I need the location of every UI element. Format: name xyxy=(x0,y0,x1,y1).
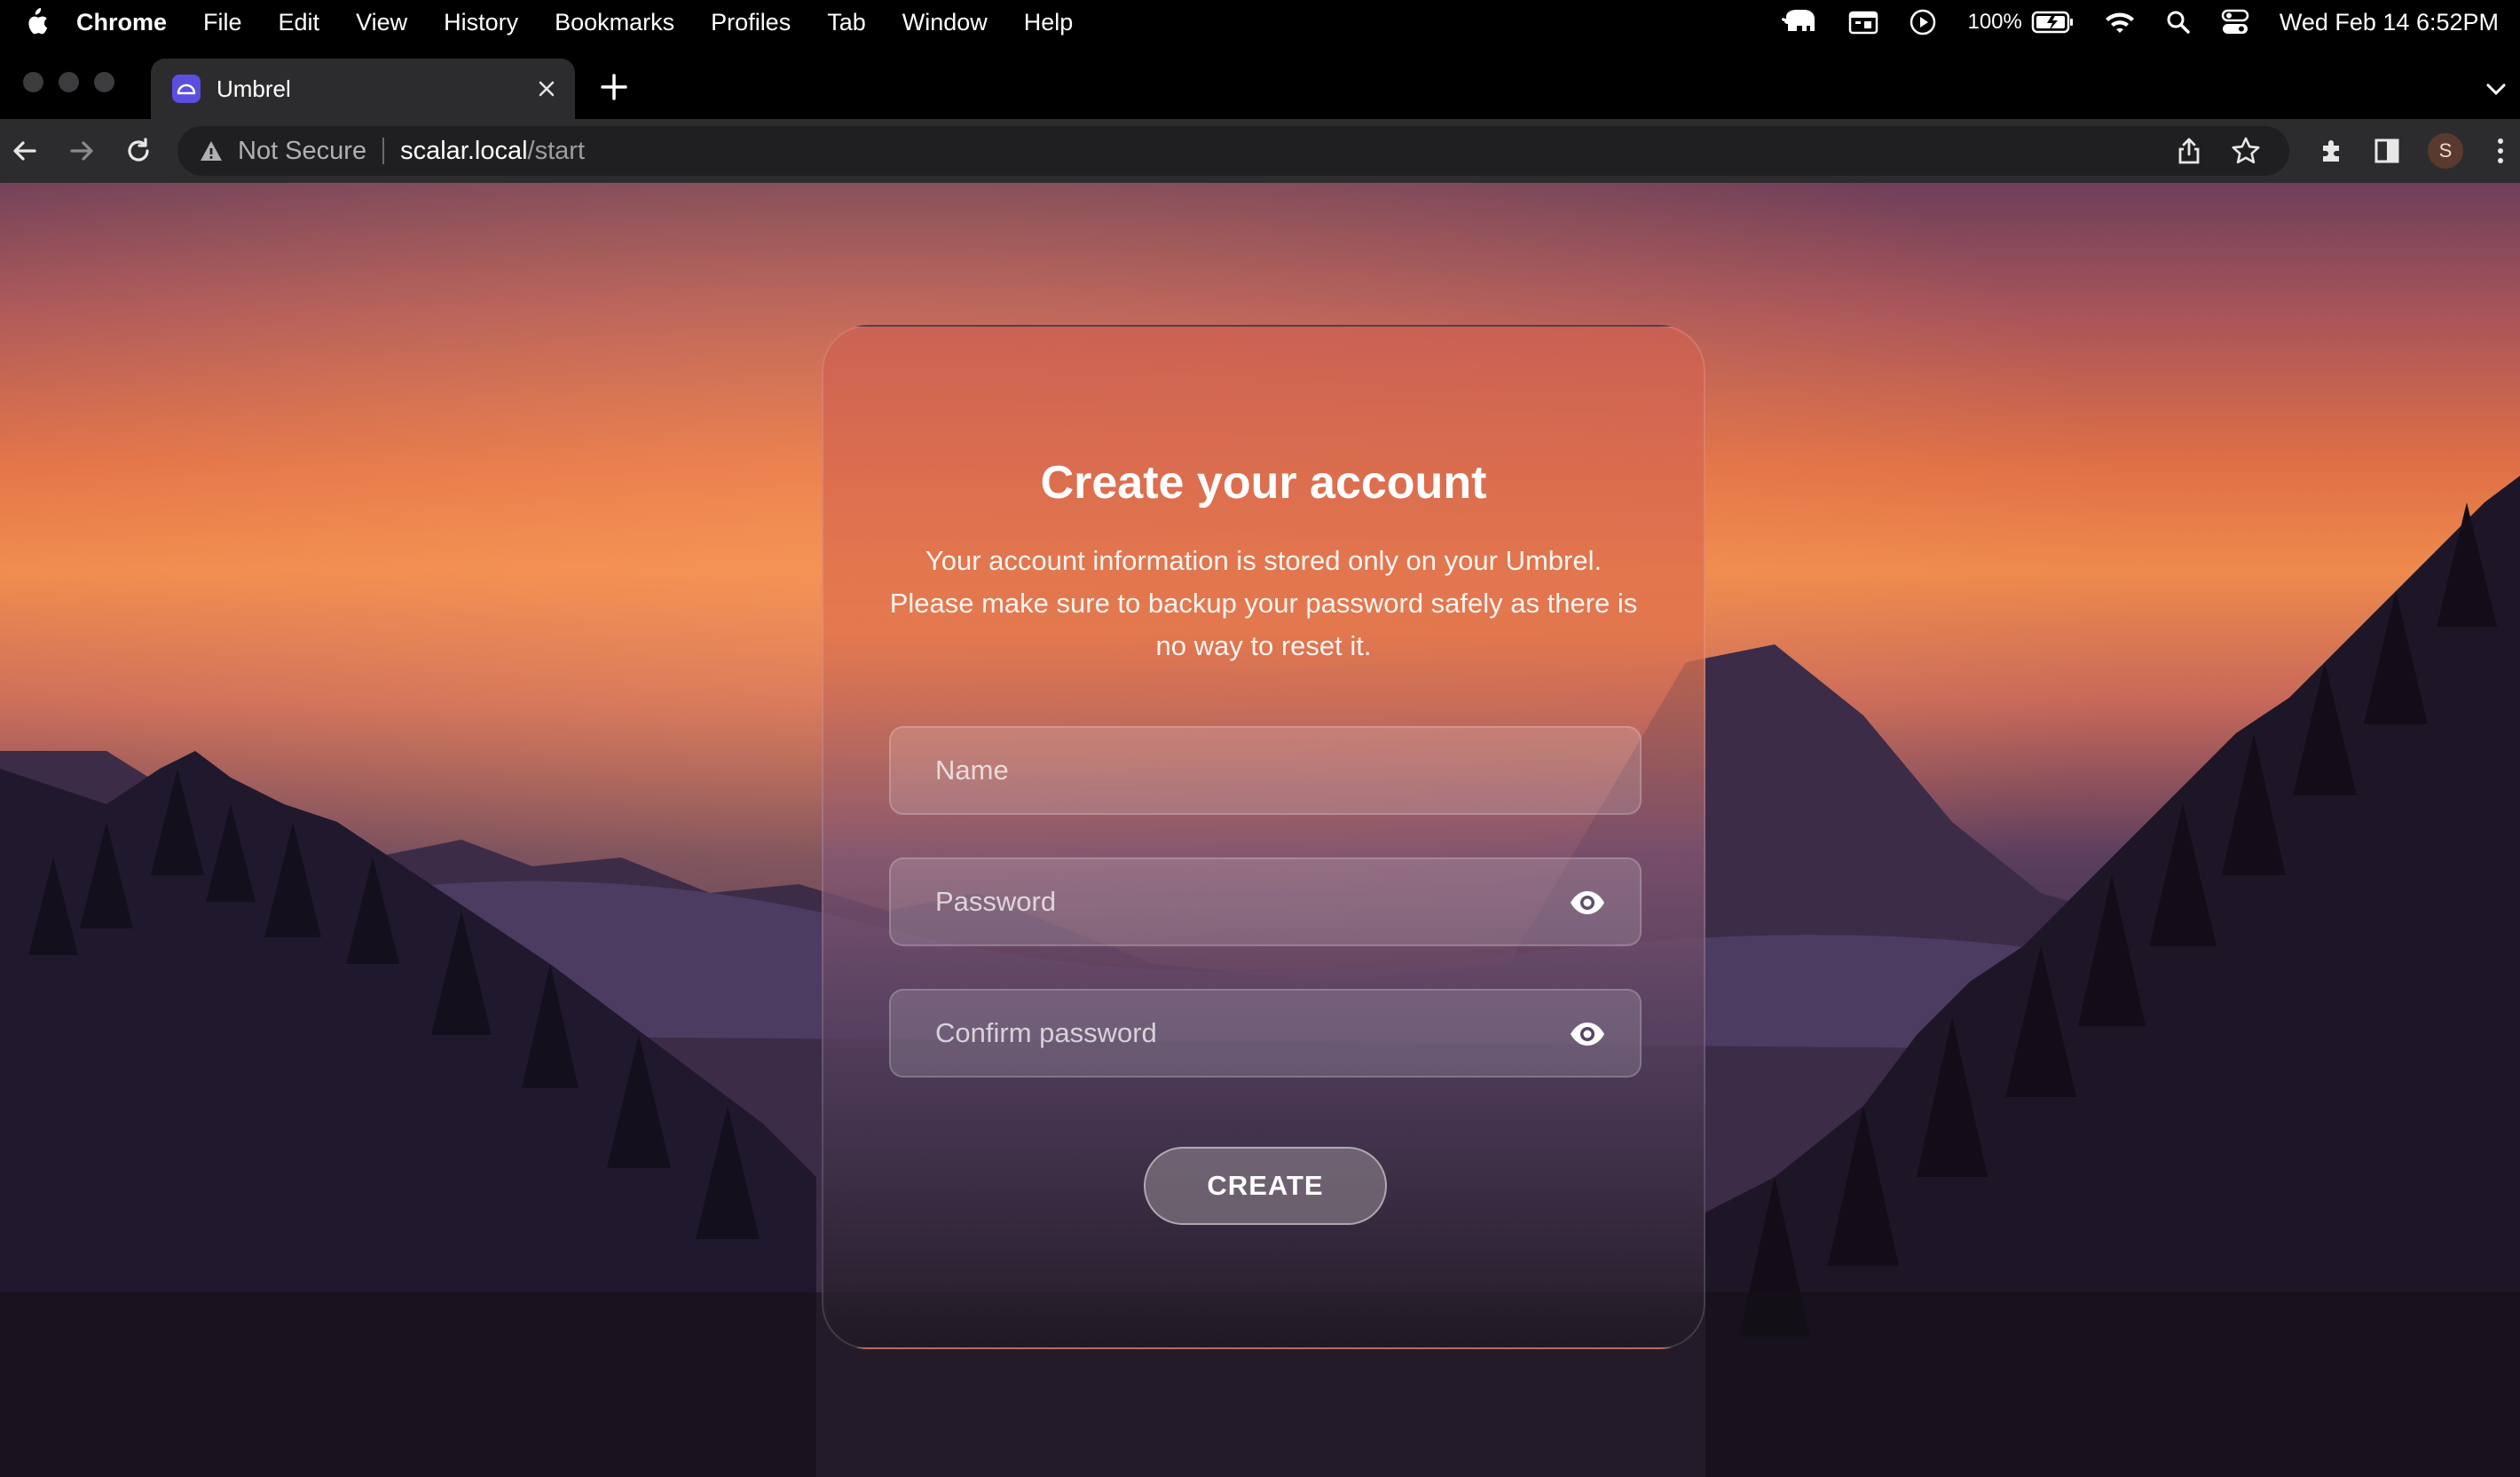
name-field[interactable] xyxy=(889,726,1642,815)
tab-title: Umbrel xyxy=(217,75,291,102)
battery-icon[interactable] xyxy=(2031,11,2074,34)
profile-avatar[interactable]: S xyxy=(2428,133,2463,169)
battery-percent: 100% xyxy=(1967,10,2022,34)
eye-icon[interactable] xyxy=(1569,1020,1606,1048)
password-input[interactable] xyxy=(891,859,1640,944)
more-vertical-icon xyxy=(2498,138,2503,163)
address-divider xyxy=(382,138,385,164)
calendar-icon[interactable] xyxy=(1848,10,1878,35)
page-viewport: Create your account Your account informa… xyxy=(0,183,2520,1477)
tab-umbrel[interactable]: Umbrel xyxy=(151,59,575,119)
umbrel-favicon-icon xyxy=(172,75,201,103)
back-button[interactable] xyxy=(9,135,41,167)
menu-clock[interactable]: Wed Feb 14 6:52PM xyxy=(2280,9,2499,36)
menu-help[interactable]: Help xyxy=(1024,9,1074,36)
page-title: Create your account xyxy=(1040,457,1487,509)
menu-app-name[interactable]: Chrome xyxy=(76,9,167,36)
control-center-icon[interactable] xyxy=(2221,9,2249,36)
side-panel-button[interactable] xyxy=(2371,135,2403,167)
apple-icon[interactable] xyxy=(21,6,50,38)
browser-toolbar: Not Secure scalar.local/start S xyxy=(0,119,2520,183)
arrow-right-icon xyxy=(70,141,93,161)
menu-edit[interactable]: Edit xyxy=(279,9,320,36)
play-circle-icon[interactable] xyxy=(1909,8,1937,36)
address-bar[interactable]: Not Secure scalar.local/start xyxy=(177,126,2289,176)
extensions-button[interactable] xyxy=(2316,135,2348,167)
menu-window[interactable]: Window xyxy=(902,9,988,36)
chrome-menu-button[interactable] xyxy=(2485,135,2516,167)
password-field[interactable] xyxy=(889,857,1642,946)
wifi-icon[interactable] xyxy=(2104,10,2136,35)
arrow-left-icon xyxy=(13,141,36,161)
create-button[interactable]: CREATE xyxy=(1144,1147,1387,1225)
url-path: /start xyxy=(527,136,586,165)
window-close-button[interactable] xyxy=(23,72,43,92)
side-panel-icon xyxy=(2374,138,2399,163)
forward-button[interactable] xyxy=(66,135,98,167)
tab-close-icon[interactable] xyxy=(534,76,559,101)
menu-history[interactable]: History xyxy=(444,9,518,36)
menu-tab[interactable]: Tab xyxy=(827,9,866,36)
menu-view[interactable]: View xyxy=(356,9,407,36)
confirm-password-input[interactable] xyxy=(891,991,1640,1076)
reload-button[interactable] xyxy=(122,135,154,167)
name-input[interactable] xyxy=(891,728,1640,813)
window-minimize-button[interactable] xyxy=(59,72,79,92)
menu-bookmarks[interactable]: Bookmarks xyxy=(555,9,674,36)
new-tab-icon[interactable] xyxy=(600,73,628,101)
create-account-card: Create your account Your account informa… xyxy=(822,325,1705,1349)
search-icon[interactable] xyxy=(2166,10,2191,35)
menu-profiles[interactable]: Profiles xyxy=(711,9,791,36)
form-description: Your account information is stored only … xyxy=(889,545,1638,661)
window-zoom-button[interactable] xyxy=(94,72,114,92)
bookmark-star-icon[interactable] xyxy=(2231,136,2261,166)
puzzle-icon xyxy=(2323,140,2339,162)
tab-strip: Umbrel xyxy=(0,44,2520,119)
tab-search-chevron-icon[interactable] xyxy=(2485,80,2508,98)
warning-icon[interactable] xyxy=(199,138,224,163)
security-label[interactable]: Not Secure xyxy=(238,137,366,166)
share-icon[interactable] xyxy=(2176,137,2202,165)
elephant-icon[interactable] xyxy=(1781,8,1818,36)
menu-bar: Chrome File Edit View History Bookmarks … xyxy=(0,0,2520,44)
menu-bar-status: 100% Wed Feb 14 6:52PM xyxy=(1751,0,2499,44)
confirm-password-field[interactable] xyxy=(889,989,1642,1078)
menu-file[interactable]: File xyxy=(203,9,242,36)
reload-icon xyxy=(128,138,149,162)
eye-icon[interactable] xyxy=(1569,889,1606,917)
url-host: scalar.local xyxy=(400,136,528,165)
